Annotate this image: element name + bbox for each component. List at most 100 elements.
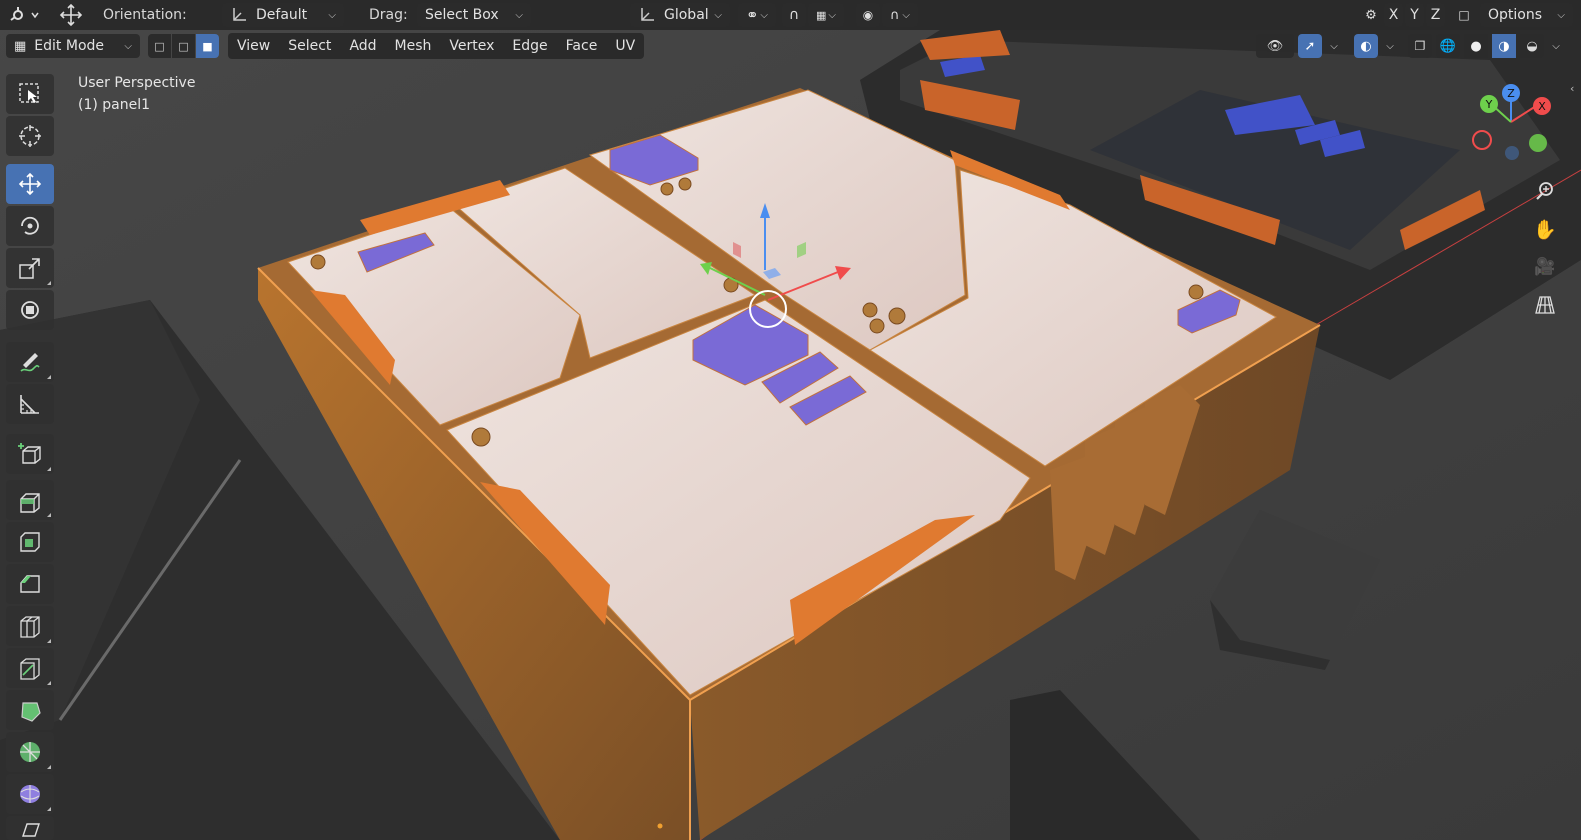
move-arrows-icon xyxy=(59,3,83,27)
tool-spin[interactable] xyxy=(6,732,54,772)
tool-cursor[interactable] xyxy=(6,116,54,156)
overlays-toggle[interactable]: ◐ xyxy=(1354,34,1378,58)
knife-icon xyxy=(20,658,40,680)
smooth-icon xyxy=(20,785,40,803)
tool-annotate[interactable] xyxy=(6,342,54,382)
mirror-icon: ⚙ xyxy=(1365,7,1377,23)
menu-mesh[interactable]: Mesh xyxy=(386,33,441,59)
chevron-down-icon: ⌵ xyxy=(1386,40,1394,52)
falloff-dropdown[interactable]: ∩ ⌵ xyxy=(882,3,918,27)
snap-increment-icon: ▦ xyxy=(816,8,827,22)
orientation-dropdown[interactable]: Default ⌵ xyxy=(222,3,344,27)
tool-move[interactable] xyxy=(6,164,54,204)
solid-shading-button[interactable]: ● xyxy=(1464,34,1488,58)
face-select-button[interactable]: ■ xyxy=(196,34,219,58)
camera-view-button[interactable]: 🎥 xyxy=(1530,252,1560,282)
gizmo-dropdown[interactable]: ⌵ xyxy=(1326,34,1342,58)
select-mode-group: □ □ ■ xyxy=(148,34,219,58)
tool-inset[interactable] xyxy=(6,522,54,562)
tool-knife[interactable] xyxy=(6,648,54,688)
viewport-shading-controls: 👁 ➚ ⌵ ◐ ⌵ ❐ 🌐 ● ◑ ◒ ⌵ xyxy=(1256,34,1564,58)
header-menus: View Select Add Mesh Vertex Edge Face UV xyxy=(228,33,645,59)
pivot-point-dropdown[interactable]: ⚭ ⌵ xyxy=(738,3,776,27)
rendered-shading-button[interactable]: ◒ xyxy=(1520,34,1544,58)
tool-measure[interactable] xyxy=(6,384,54,424)
move-icon xyxy=(18,172,42,196)
menu-view[interactable]: View xyxy=(228,33,279,59)
visibility-dropdown[interactable]: 👁 xyxy=(1256,34,1294,58)
overlays-dropdown[interactable]: ⌵ xyxy=(1382,34,1398,58)
mirror-toggle[interactable]: ⚙ xyxy=(1360,3,1382,27)
transform-pivot-button[interactable] xyxy=(56,3,86,27)
chevron-down-icon: ⌵ xyxy=(1552,40,1560,52)
xray-icon: ❐ xyxy=(1414,39,1426,53)
tool-shear[interactable] xyxy=(6,816,54,840)
shear-icon xyxy=(22,823,40,837)
overlays-icon: ◐ xyxy=(1360,38,1372,54)
snap-toggle[interactable]: ∩ xyxy=(782,3,806,27)
poly-build-icon xyxy=(21,702,41,722)
chevron-down-icon: ⌵ xyxy=(760,9,768,21)
proportional-edit-toggle[interactable]: ◉ xyxy=(856,3,880,27)
tool-extrude[interactable] xyxy=(6,480,54,520)
edit-mode-icon: ▦ xyxy=(14,38,27,54)
bevel-icon xyxy=(20,575,40,593)
snap-type-dropdown[interactable]: ▦ ⌵ xyxy=(808,3,844,27)
transform-orientation-dropdown[interactable]: Global ⌵ xyxy=(630,3,730,27)
menu-face[interactable]: Face xyxy=(557,33,607,59)
nav-x-label[interactable]: X xyxy=(1538,100,1546,113)
tool-poly-build[interactable] xyxy=(6,690,54,730)
zoom-button[interactable] xyxy=(1530,176,1560,206)
sidebar-toggle-arrow[interactable]: ‹ xyxy=(1570,82,1574,95)
drag-value: Select Box xyxy=(425,7,499,23)
vertex-select-button[interactable]: □ xyxy=(148,34,171,58)
chevron-down-icon: ⌵ xyxy=(328,9,336,21)
menu-vertex[interactable]: Vertex xyxy=(440,33,503,59)
tool-transform[interactable] xyxy=(6,290,54,330)
tool-scale[interactable] xyxy=(6,248,54,288)
menu-add[interactable]: Add xyxy=(340,33,385,59)
mirror-z-toggle[interactable]: Z xyxy=(1426,3,1445,27)
mode-dropdown[interactable]: ▦ Edit Mode ⌵ xyxy=(6,34,140,58)
3d-viewport[interactable]: Z X Y xyxy=(0,0,1581,840)
gizmo-toggle[interactable]: ➚ xyxy=(1298,34,1322,58)
edge-select-button[interactable]: □ xyxy=(172,34,195,58)
nav-z-label[interactable]: Z xyxy=(1507,87,1515,100)
pan-button[interactable]: ✋ xyxy=(1530,214,1560,244)
tool-bevel[interactable] xyxy=(6,564,54,604)
tool-smooth[interactable] xyxy=(6,774,54,814)
zoom-icon xyxy=(1536,182,1553,200)
perspective-toggle-button[interactable] xyxy=(1530,290,1560,320)
grid-perspective-icon xyxy=(1535,296,1555,314)
tool-rotate[interactable] xyxy=(6,206,54,246)
auto-merge-toggle[interactable]: □ xyxy=(1452,3,1476,27)
left-toolbar xyxy=(4,72,56,840)
chevron-down-icon: ⌵ xyxy=(515,9,523,21)
menu-uv[interactable]: UV xyxy=(606,33,644,59)
orientation-label: Orientation: xyxy=(103,7,187,23)
menu-edge[interactable]: Edge xyxy=(503,33,556,59)
tool-select-box[interactable] xyxy=(6,74,54,114)
cursor-icon xyxy=(19,125,41,147)
menu-select[interactable]: Select xyxy=(279,33,340,59)
scale-icon xyxy=(19,258,40,279)
editor-type-icon xyxy=(10,7,39,21)
tool-loop-cut[interactable] xyxy=(6,606,54,646)
mirror-x-toggle[interactable]: X xyxy=(1384,3,1403,27)
nav-y-label[interactable]: Y xyxy=(1485,98,1493,111)
mirror-y-toggle[interactable]: Y xyxy=(1405,3,1424,27)
xray-toggle[interactable]: ❐ xyxy=(1408,34,1432,58)
material-shading-button[interactable]: ◑ xyxy=(1492,34,1516,58)
inset-icon xyxy=(20,532,40,552)
wireframe-shading-button[interactable]: 🌐 xyxy=(1436,34,1460,58)
chevron-down-icon: ⌵ xyxy=(828,9,836,21)
shading-dropdown[interactable]: ⌵ xyxy=(1548,34,1564,58)
drag-label: Drag: xyxy=(369,7,408,23)
chevron-down-icon: ⌵ xyxy=(1557,9,1565,21)
loop-cut-icon xyxy=(20,616,40,638)
tool-add-cube[interactable] xyxy=(6,434,54,474)
options-dropdown[interactable]: Options ⌵ xyxy=(1480,3,1573,27)
drag-dropdown[interactable]: Select Box ⌵ xyxy=(417,3,531,27)
auto-merge-icon: □ xyxy=(1458,8,1470,22)
editor-type-button[interactable] xyxy=(8,3,42,27)
